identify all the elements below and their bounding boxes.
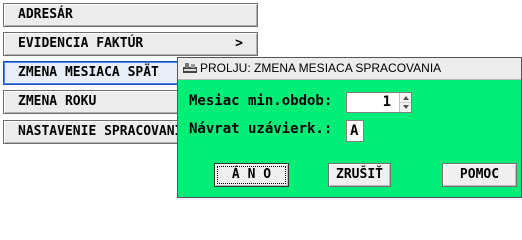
close-label: Návrat uzávierk.:: [189, 121, 333, 137]
submenu-arrow-icon: >: [235, 36, 243, 51]
yes-button[interactable]: Á N O: [214, 163, 289, 187]
menu-item-label: ZMENA MESIACA SPÄT: [18, 65, 159, 80]
spinner-up-icon: [403, 96, 409, 100]
close-value: A: [350, 123, 359, 139]
month-spinner-input[interactable]: 1: [346, 92, 412, 113]
spinner-down-button[interactable]: [400, 103, 411, 113]
cancel-button[interactable]: ZRUŠIŤ: [328, 163, 391, 187]
spinner-up-button[interactable]: [400, 93, 411, 103]
dialog-titlebar[interactable]: PROLJU: ZMENA MESIACA SPRACOVANIA: [178, 58, 521, 80]
month-label: Mesiac min.obdob:: [189, 93, 333, 109]
menu-item-evidencia-faktur[interactable]: EVIDENCIA FAKTÚR >: [3, 32, 258, 56]
zmena-mesiaca-dialog: PROLJU: ZMENA MESIACA SPRACOVANIA Mesiac…: [177, 57, 522, 198]
close-input[interactable]: A: [346, 120, 364, 142]
help-button[interactable]: POMOC: [442, 163, 517, 187]
menu-item-label: EVIDENCIA FAKTÚR: [18, 36, 144, 51]
dialog-title: PROLJU: ZMENA MESIACA SPRACOVANIA: [200, 61, 442, 75]
menu-item-label: NASTAVENIE SPRACOVANIA: [18, 124, 191, 139]
menu-item-label: ADRESÁR: [18, 7, 73, 22]
menu-item-label: ZMENA ROKU: [18, 94, 97, 109]
month-value: 1: [382, 94, 391, 110]
spinner-down-icon: [403, 104, 409, 109]
month-spinner[interactable]: [399, 93, 411, 112]
app-icon: [183, 63, 197, 73]
menu-item-adresar[interactable]: ADRESÁR: [3, 3, 258, 27]
